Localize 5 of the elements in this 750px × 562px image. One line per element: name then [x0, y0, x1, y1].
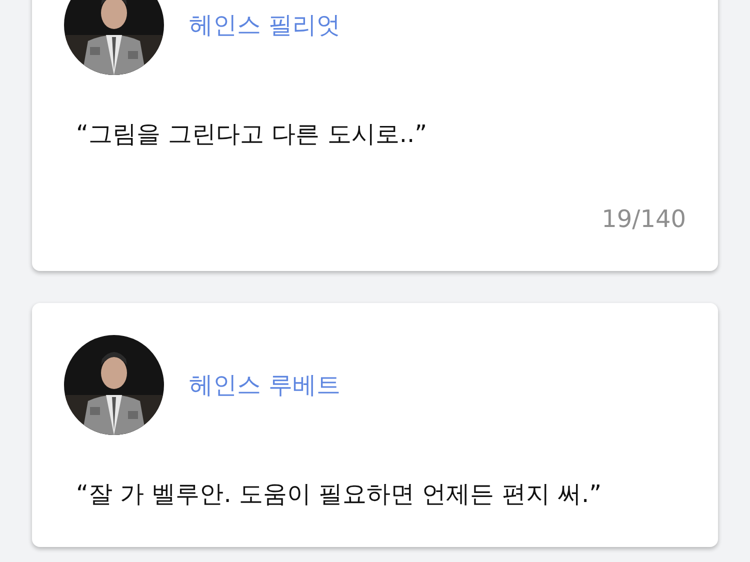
quote-text: “그림을 그린다고 다른 도시로..” [76, 119, 428, 149]
character-count: 19/140 [602, 205, 686, 233]
author-name: 헤인스 루베트 [189, 370, 341, 401]
quote-text: “잘 가 벨루안. 도움이 필요하면 언제든 편지 써.” [76, 479, 603, 509]
author-name: 헤인스 필리엇 [189, 10, 341, 41]
